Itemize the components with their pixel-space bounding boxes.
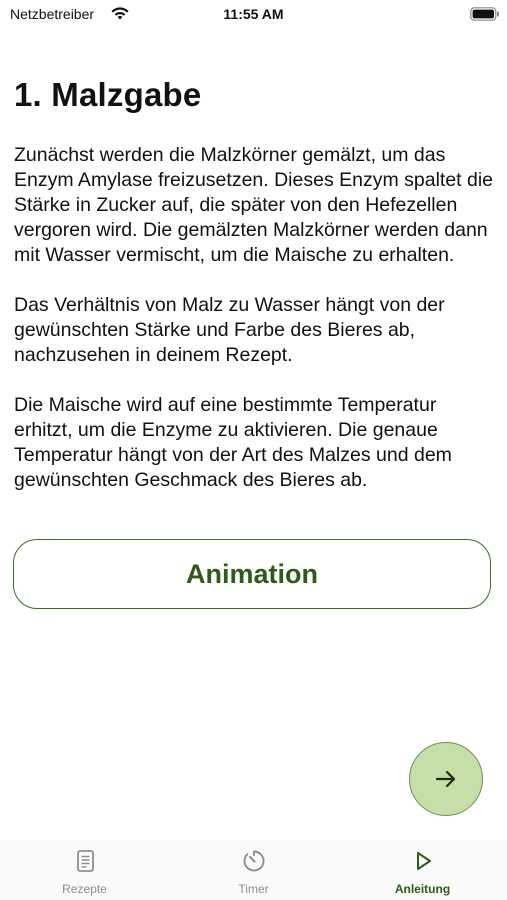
tab-label-anleitung: Anleitung xyxy=(394,882,451,896)
status-bar: Netzbetreiber 11:55 AM xyxy=(0,0,507,30)
next-step-button[interactable] xyxy=(409,742,483,816)
tab-label-rezepte: Rezepte xyxy=(62,882,107,896)
recipe-book-icon xyxy=(76,850,94,872)
timer-icon xyxy=(243,850,264,872)
page-title: 1. Malzgabe xyxy=(14,76,202,113)
paragraph-malting: Zunächst werden die Malzkörner gemälzt, … xyxy=(14,144,494,266)
tab-bar: Rezepte Timer Anleitung xyxy=(0,840,507,900)
paragraph-ratio: Das Verhältnis von Malz zu Wasser hängt … xyxy=(14,294,445,366)
arrow-right-icon xyxy=(435,770,456,788)
animation-button-label: Animation xyxy=(186,558,318,589)
animation-button[interactable]: Animation xyxy=(13,539,491,609)
paragraph-temperature: Die Maische wird auf eine bestimmte Temp… xyxy=(14,394,452,491)
tab-anleitung[interactable]: Anleitung xyxy=(338,840,507,900)
battery-icon xyxy=(470,7,499,21)
tab-label-timer: Timer xyxy=(238,882,269,896)
clock: 11:55 AM xyxy=(223,6,284,22)
tab-rezepte[interactable]: Rezepte xyxy=(0,840,169,900)
play-icon xyxy=(416,852,431,870)
tab-timer[interactable]: Timer xyxy=(169,840,338,900)
instruction-text: Zunächst werden die Malzkörner gemälzt, … xyxy=(14,143,496,518)
